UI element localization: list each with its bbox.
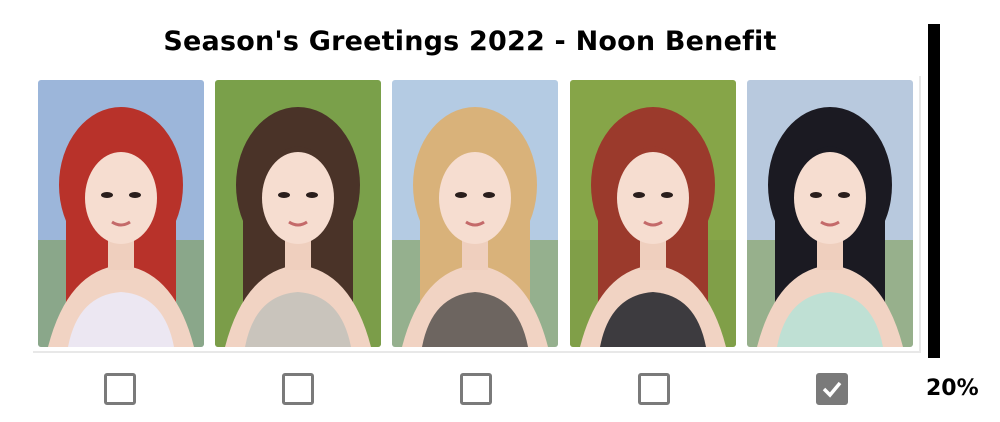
photo-blonde-hair-member [392, 80, 558, 347]
photocard-4[interactable] [570, 80, 736, 347]
progress-fill [928, 291, 940, 358]
photo-braided-hair-member [215, 80, 381, 347]
photocard-5[interactable] [747, 80, 913, 347]
photocard-2[interactable] [215, 80, 381, 347]
photo-red-hair-member [38, 80, 204, 347]
checkmark-icon [822, 381, 842, 398]
select-checkbox-2[interactable] [282, 373, 314, 405]
photocard-3[interactable] [392, 80, 558, 347]
photocard-1[interactable] [38, 80, 204, 347]
page-title: Season's Greetings 2022 - Noon Benefit [163, 26, 777, 57]
select-checkbox-5[interactable] [816, 373, 848, 405]
select-checkbox-3[interactable] [460, 373, 492, 405]
photo-black-hair-member [747, 80, 913, 347]
photo-auburn-hair-member [570, 80, 736, 347]
progress-label: 20% [926, 376, 979, 401]
select-checkbox-1[interactable] [104, 373, 136, 405]
progress-bar [928, 24, 940, 358]
select-checkbox-4[interactable] [638, 373, 670, 405]
photo-gallery [33, 76, 921, 353]
